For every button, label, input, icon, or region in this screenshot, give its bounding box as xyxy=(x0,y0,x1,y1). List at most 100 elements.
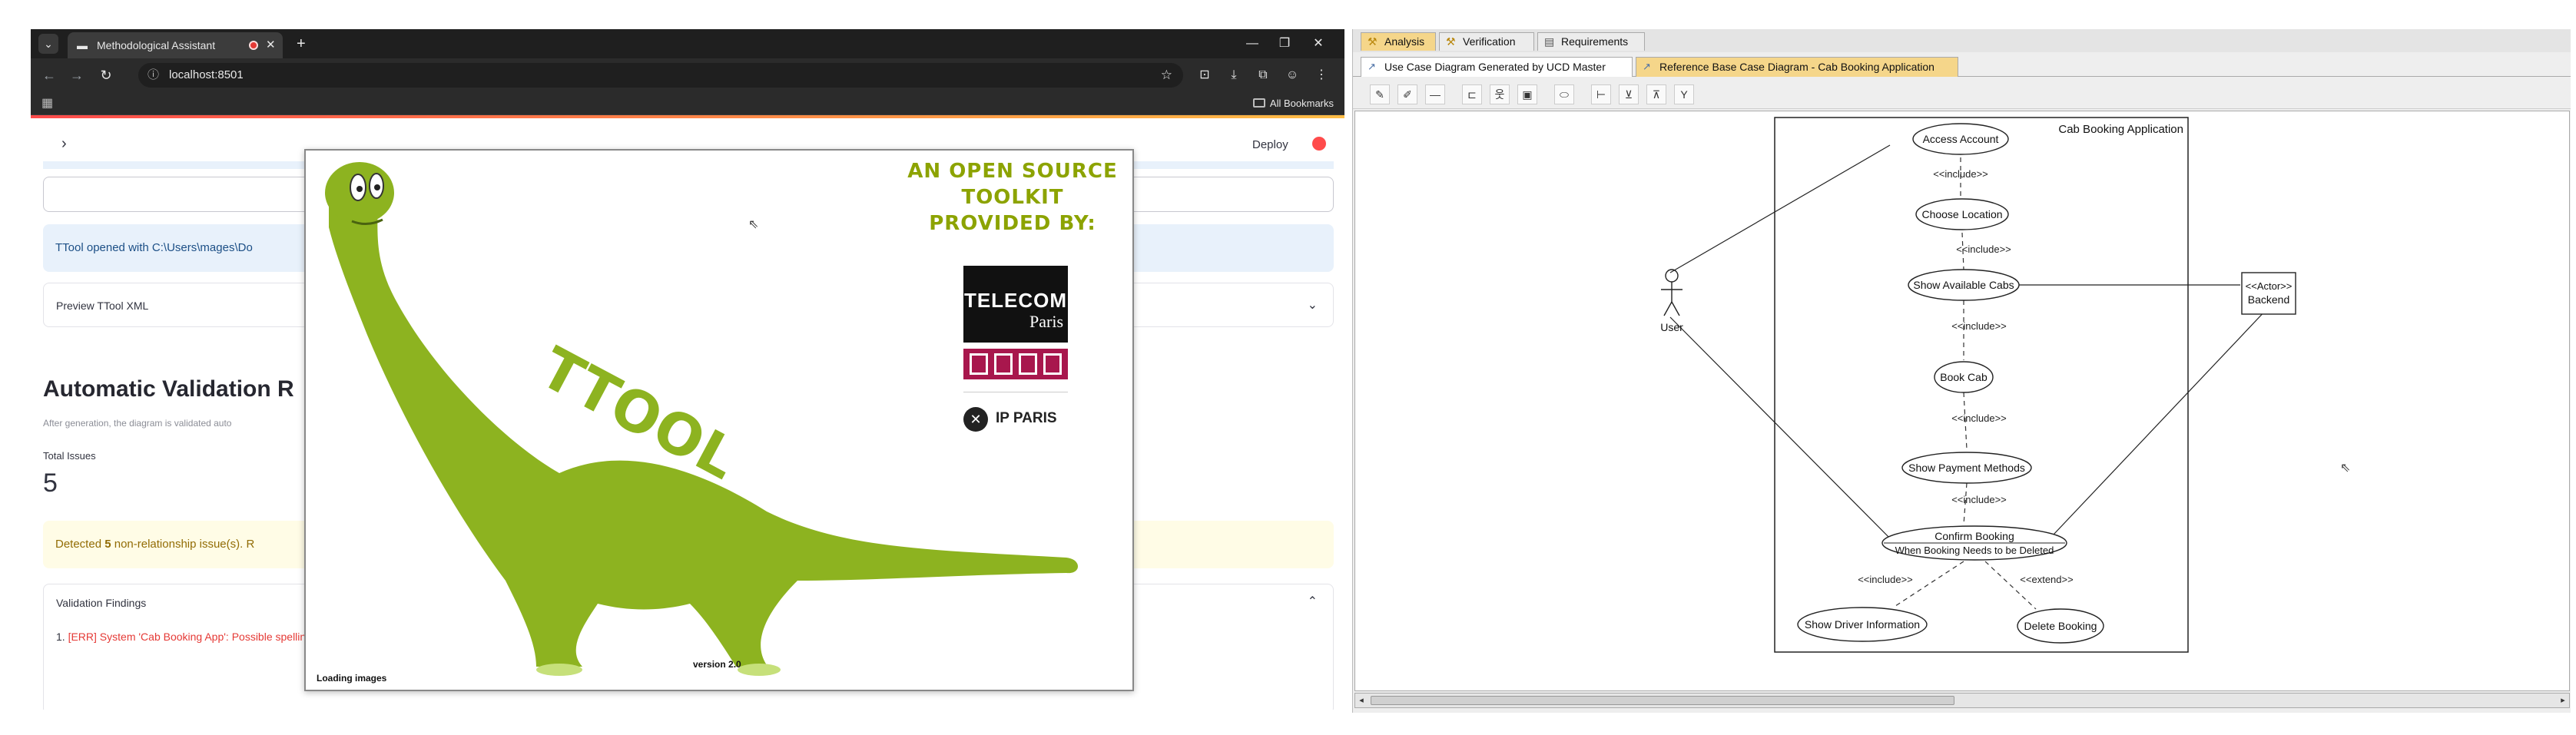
forward-icon[interactable]: → xyxy=(66,65,88,86)
horizontal-scrollbar[interactable]: ◂ ▸ xyxy=(1354,693,2570,708)
browser-toolbar: ← → ↻ ⓘ localhost:8501 ☆ ⊡ ⤓ ⧉ ☺ ⋮ xyxy=(31,58,1344,92)
metric-label: Total Issues xyxy=(43,450,96,462)
tab-requirements[interactable]: ▤ Requirements xyxy=(1537,32,1645,51)
use-case-label: Show Driver Information xyxy=(1805,618,1920,631)
association-line[interactable] xyxy=(1669,316,1898,547)
tab-reference-ucd[interactable]: ↗ Reference Base Case Diagram - Cab Booki… xyxy=(1636,57,1958,77)
menu-icon[interactable]: ⋮ xyxy=(1311,65,1332,86)
apps-grid-icon[interactable]: ▦ xyxy=(41,95,53,111)
include-label: <<include>> xyxy=(1951,412,2007,424)
extend-label: <<extend>> xyxy=(2020,574,2073,585)
page-top-decoration xyxy=(31,115,1344,118)
close-window-button[interactable]: ✕ xyxy=(1303,29,1334,58)
actor-label: User xyxy=(1660,321,1683,333)
recording-icon xyxy=(249,41,258,50)
sidebar-expand-icon[interactable]: › xyxy=(61,135,67,153)
requirements-icon: ▤ xyxy=(1544,35,1555,48)
include-icon[interactable]: ⊻ xyxy=(1619,84,1639,104)
association-icon[interactable]: ⊢ xyxy=(1591,84,1611,104)
restore-button[interactable]: ❐ xyxy=(1269,29,1300,58)
address-bar[interactable]: ⓘ localhost:8501 ☆ xyxy=(138,63,1183,88)
profile-icon[interactable]: ☺ xyxy=(1281,65,1303,86)
browser-window: ⌄ ▬ Methodological Assistant ✕ + — ❐ ✕ ←… xyxy=(31,29,1344,710)
tagline-line: AN OPEN SOURCE xyxy=(907,160,1118,183)
scroll-right-icon[interactable]: ▸ xyxy=(2557,694,2569,707)
association-line[interactable] xyxy=(2052,307,2269,536)
back-icon[interactable]: ← xyxy=(38,65,60,86)
section-caption: After generation, the diagram is validat… xyxy=(43,418,232,429)
association-line[interactable] xyxy=(1669,144,1891,273)
deploy-button[interactable]: Deploy xyxy=(1252,138,1288,151)
include-label: <<include>> xyxy=(1951,494,2007,505)
version-label: version 2.0 xyxy=(693,659,741,670)
tab-label: Verification xyxy=(1463,35,1516,48)
url-text: localhost:8501 xyxy=(169,68,244,81)
use-case-label: Show Payment Methods xyxy=(1908,462,2025,474)
new-tab-button[interactable]: + xyxy=(297,32,306,55)
browser-tab[interactable]: ▬ Methodological Assistant ✕ xyxy=(68,32,283,58)
use-case-label: Show Available Cabs xyxy=(1913,279,2014,291)
ip-paris-text: IP PARIS xyxy=(996,410,1057,426)
actor-box-icon[interactable]: ▣ xyxy=(1517,84,1537,104)
actor-user[interactable] xyxy=(1661,269,1683,316)
bookmark-star-icon[interactable]: ☆ xyxy=(1161,63,1172,88)
splash-tagline: AN OPEN SOURCE TOOLKIT PROVIDED BY: xyxy=(897,158,1128,237)
edit-icon[interactable]: ✎ xyxy=(1370,84,1390,104)
reload-icon[interactable]: ↻ xyxy=(95,65,117,86)
system-name: Cab Booking Application xyxy=(2058,123,2183,136)
download-icon[interactable]: ⤓ xyxy=(1223,65,1245,86)
warning-count: 5 xyxy=(104,538,111,551)
bookmarks-bar: ▦ All Bookmarks xyxy=(31,92,1344,115)
diagram-canvas[interactable]: Cab Booking Application <<include>> <<in… xyxy=(1354,111,2570,691)
warning-suffix: non-relationship issue(s). R xyxy=(111,538,255,551)
expander-label: Preview TTool XML xyxy=(56,300,149,312)
actor-icon[interactable]: 웃 xyxy=(1490,84,1510,104)
tab-label: Use Case Diagram Generated by UCD Master xyxy=(1384,61,1606,73)
browser-tab-bar: ⌄ ▬ Methodological Assistant ✕ + — ❐ ✕ xyxy=(31,29,1344,58)
use-case-diagram: Cab Booking Application <<include>> <<in… xyxy=(1660,117,2296,653)
institut-logo-icon xyxy=(963,349,1068,379)
app-status-icon[interactable] xyxy=(1312,137,1326,151)
findings-label: Validation Findings xyxy=(56,597,147,609)
scrollbar-thumb[interactable] xyxy=(1371,696,1954,705)
chevron-down-icon: ⌄ xyxy=(1307,299,1318,312)
close-tab-icon[interactable]: ✕ xyxy=(266,32,276,58)
tab-label: Requirements xyxy=(1561,35,1629,48)
tab-title: Methodological Assistant xyxy=(97,39,216,51)
folder-icon xyxy=(1252,98,1265,108)
copy-icon[interactable]: ⧉ xyxy=(1252,65,1274,86)
streamlit-favicon-icon: ▬ xyxy=(77,39,88,51)
ip-paris-logo: ✕ IP PARIS xyxy=(963,404,1079,435)
tab-verification[interactable]: ⚒ Verification xyxy=(1439,32,1534,51)
ttool-main-tabs: ⚒ Analysis ⚒ Verification ▤ Requirements xyxy=(1353,29,2571,52)
site-info-icon[interactable]: ⓘ xyxy=(148,63,159,88)
diagram-tabs: ↗ Use Case Diagram Generated by UCD Maste… xyxy=(1353,55,2571,77)
extend-icon[interactable]: ⊼ xyxy=(1646,84,1666,104)
specialization-icon[interactable]: Y xyxy=(1674,84,1694,104)
tab-label: Analysis xyxy=(1384,35,1425,48)
extensions-icon[interactable]: ⊡ xyxy=(1194,65,1215,86)
telecom-line2: Paris xyxy=(1029,312,1063,331)
use-case-label: Choose Location xyxy=(1921,208,2002,220)
note-icon[interactable]: ✐ xyxy=(1397,84,1417,104)
tab-search-button[interactable]: ⌄ xyxy=(38,34,58,54)
connector-icon[interactable]: — xyxy=(1425,84,1445,104)
actor-stereotype: <<Actor>> xyxy=(2246,280,2293,292)
scroll-left-icon[interactable]: ◂ xyxy=(1355,694,1368,707)
tagline-line: TOOLKIT xyxy=(961,186,1064,209)
minimize-button[interactable]: — xyxy=(1237,29,1268,58)
use-case-label: Confirm Booking xyxy=(1934,530,2014,542)
tab-generated-ucd[interactable]: ↗ Use Case Diagram Generated by UCD Maste… xyxy=(1361,57,1633,77)
extend-arrow[interactable] xyxy=(1984,561,2037,610)
actor-label: Backend xyxy=(2248,293,2289,306)
include-label: <<include>> xyxy=(1858,574,1913,585)
use-case-icon[interactable]: ⬭ xyxy=(1554,84,1574,104)
include-label: <<include>> xyxy=(1956,243,2011,255)
include-label: <<include>> xyxy=(1951,320,2007,332)
telecom-paris-logo: TELECOM Paris xyxy=(963,266,1068,343)
tab-analysis[interactable]: ⚒ Analysis xyxy=(1361,32,1436,51)
all-bookmarks-button[interactable]: All Bookmarks xyxy=(1252,92,1334,115)
verification-icon: ⚒ xyxy=(1446,35,1456,48)
system-box-icon[interactable]: ⊏ xyxy=(1462,84,1482,104)
chevron-up-icon: ⌃ xyxy=(1307,595,1318,608)
